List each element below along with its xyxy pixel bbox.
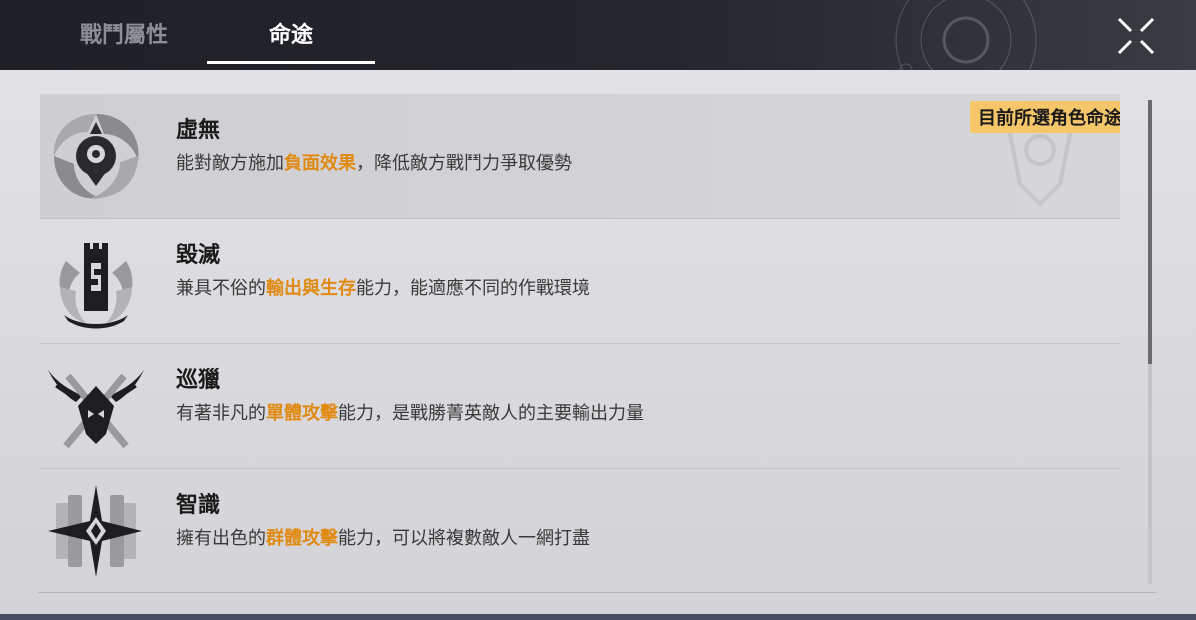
hunt-emblem-icon xyxy=(48,370,144,449)
scrollbar-thumb[interactable] xyxy=(1148,100,1152,364)
bottom-strip xyxy=(0,614,1196,620)
path-row-erudition[interactable]: 智識 擁有出色的群體攻擊能力，可以將複數敵人一網打盡 xyxy=(40,469,1120,593)
path-title: 智識 xyxy=(176,493,221,518)
desc-highlight: 單體攻擊 xyxy=(266,403,338,424)
desc-text: 兼具不俗的 xyxy=(176,278,266,299)
path-description: 有著非凡的單體攻擊能力，是戰勝菁英敵人的主要輸出力量 xyxy=(176,399,644,425)
path-description: 擁有出色的群體攻擊能力，可以將複數敵人一網打盡 xyxy=(176,524,590,550)
desc-text: 有著非凡的 xyxy=(176,403,266,424)
desc-text: 擁有出色的 xyxy=(176,528,266,549)
path-list: 虛無 能對敵方施加負面效果，降低敵方戰鬥力爭取優勢 目前所選角色命途 毀滅 兼具… xyxy=(40,94,1120,593)
desc-text: 能力，能適應不同的作戰環境 xyxy=(356,278,590,299)
erudition-emblem-icon xyxy=(48,485,142,577)
desc-highlight: 群體攻擊 xyxy=(266,528,338,549)
desc-highlight: 負面效果 xyxy=(284,153,356,174)
tab-path[interactable]: 命途 xyxy=(207,0,375,66)
path-title: 巡獵 xyxy=(176,368,221,393)
path-row-destruction[interactable]: 毀滅 兼具不俗的輸出與生存能力，能適應不同的作戰環境 xyxy=(40,219,1120,344)
top-bar: 戰鬥屬性 命途 xyxy=(0,0,1196,70)
nihility-emblem-icon xyxy=(53,114,139,199)
path-title: 虛無 xyxy=(176,118,221,143)
close-x-icon xyxy=(1117,17,1155,55)
path-description: 兼具不俗的輸出與生存能力，能適應不同的作戰環境 xyxy=(176,274,590,300)
current-path-badge: 目前所選角色命途 xyxy=(970,101,1120,133)
path-description: 能對敵方施加負面效果，降低敵方戰鬥力爭取優勢 xyxy=(176,149,572,175)
close-button[interactable] xyxy=(1116,16,1156,56)
tab-combat-attributes[interactable]: 戰鬥屬性 xyxy=(40,0,208,66)
decorative-orbit-graphic xyxy=(895,0,1037,70)
path-title: 毀滅 xyxy=(176,243,221,268)
desc-text: ，降低敵方戰鬥力爭取優勢 xyxy=(356,153,572,174)
divider xyxy=(38,592,1156,593)
tab-label: 戰鬥屬性 xyxy=(79,23,168,48)
desc-text: 能對敵方施加 xyxy=(176,153,284,174)
desc-text: 能力，可以將複數敵人一網打盡 xyxy=(338,528,590,549)
active-tab-indicator xyxy=(207,61,375,64)
tab-label: 命途 xyxy=(268,23,313,48)
path-row-nihility[interactable]: 虛無 能對敵方施加負面效果，降低敵方戰鬥力爭取優勢 目前所選角色命途 xyxy=(40,94,1120,219)
destruction-emblem-icon xyxy=(59,243,133,329)
desc-text: 能力，是戰勝菁英敵人的主要輸出力量 xyxy=(338,403,644,424)
desc-highlight: 輸出與生存 xyxy=(266,278,356,299)
path-row-hunt[interactable]: 巡獵 有著非凡的單體攻擊能力，是戰勝菁英敵人的主要輸出力量 xyxy=(40,344,1120,469)
